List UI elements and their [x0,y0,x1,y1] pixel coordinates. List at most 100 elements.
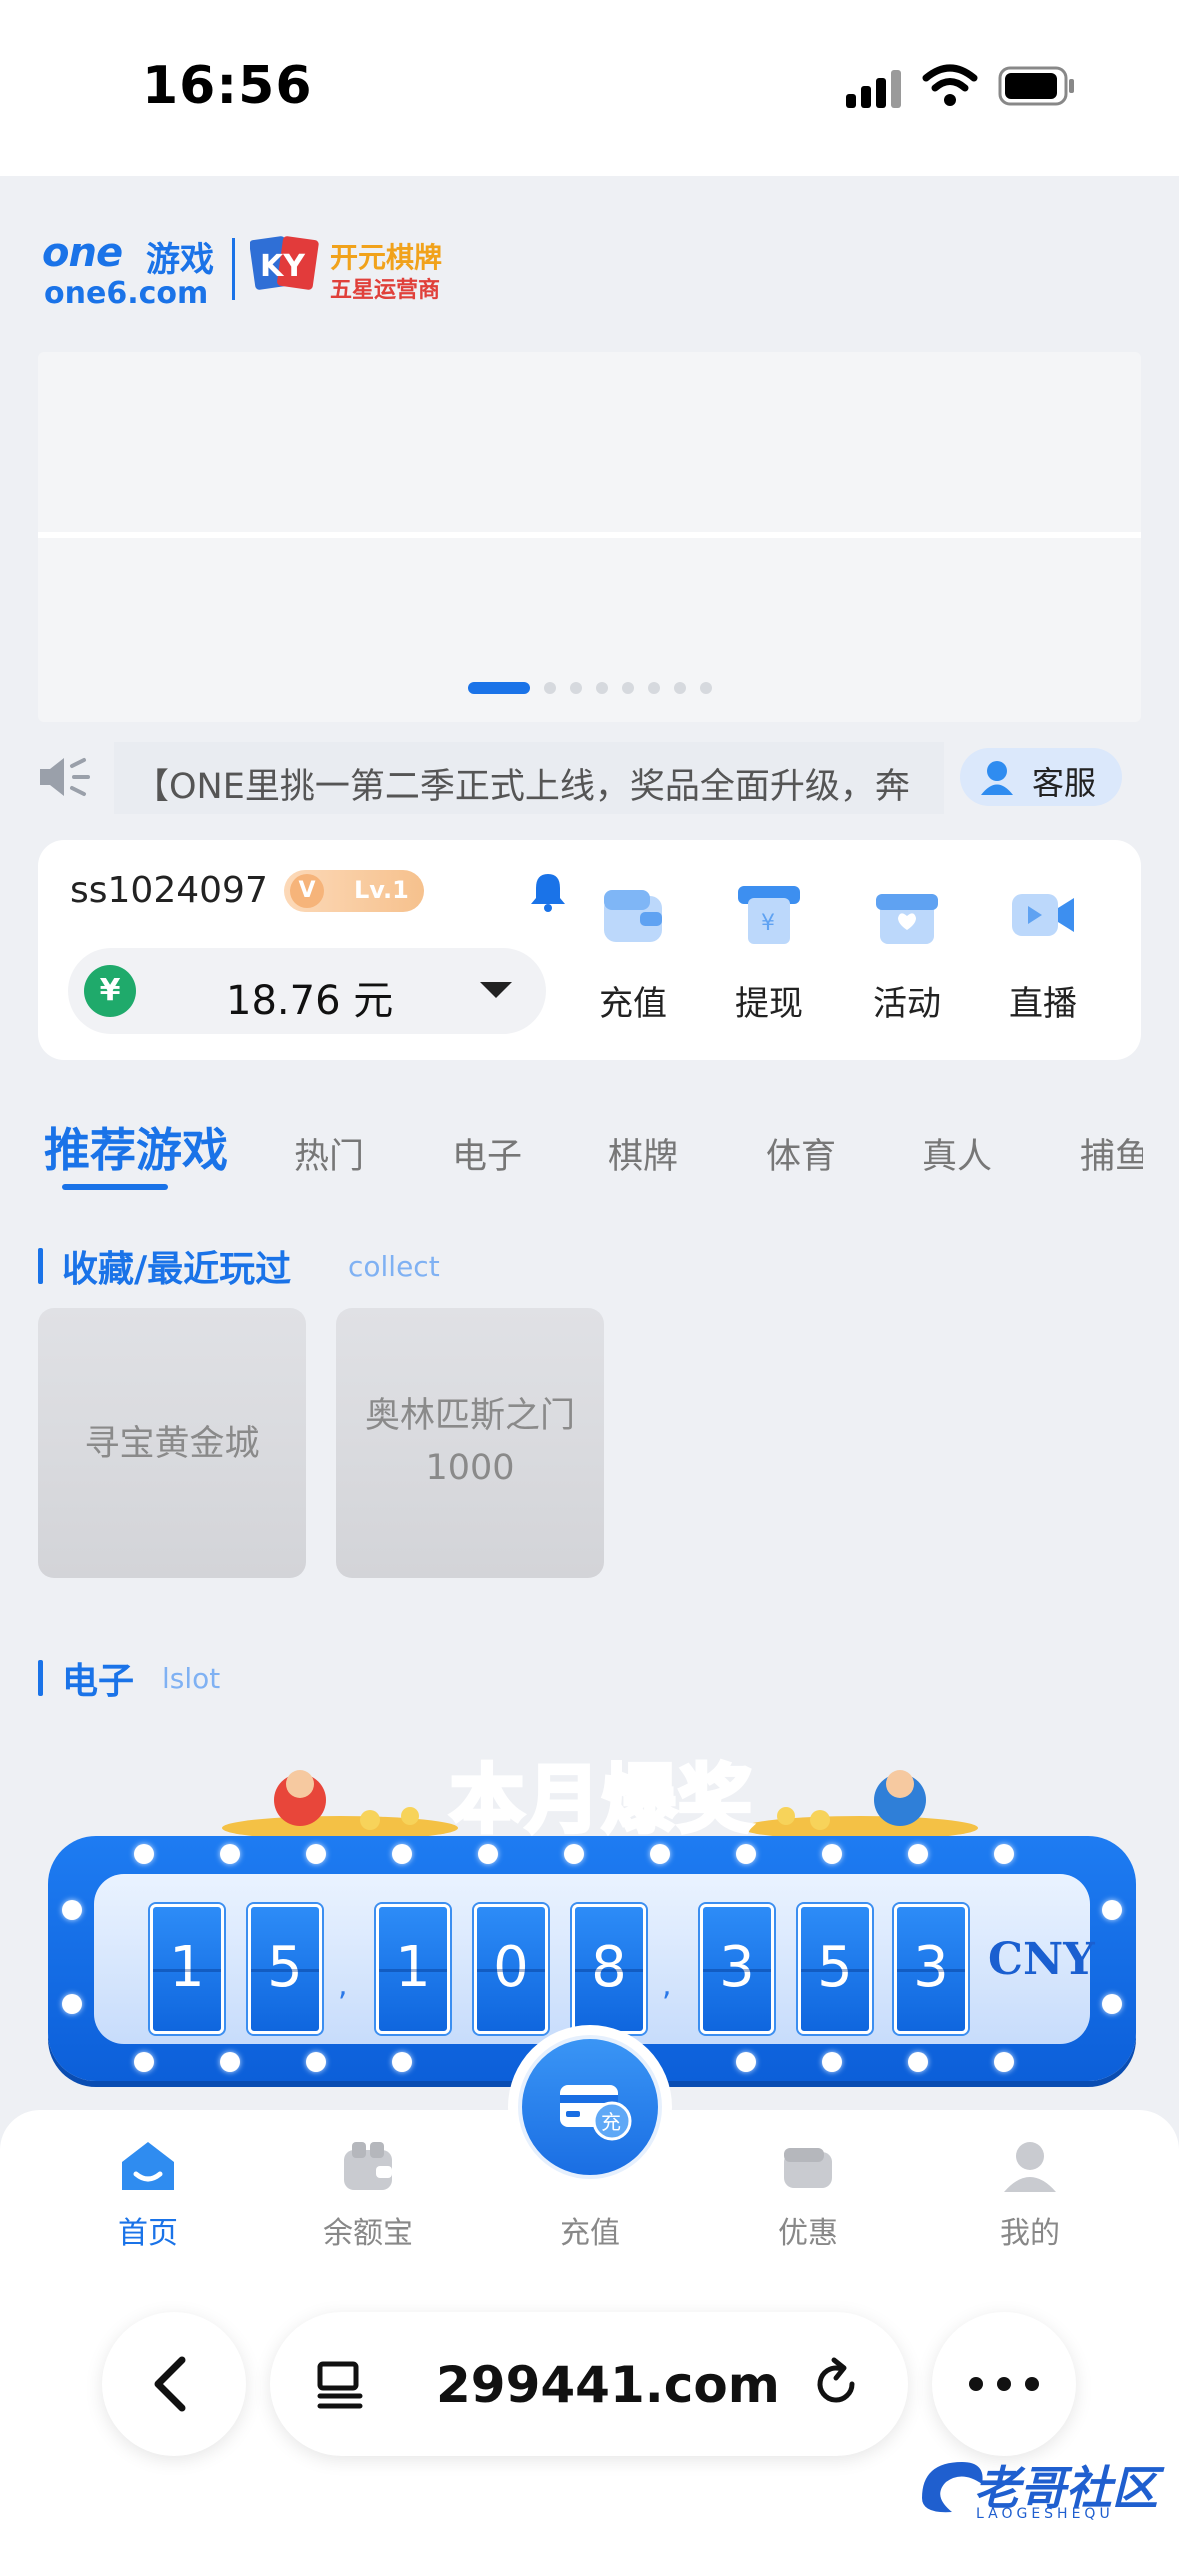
tab-slots[interactable]: 电子 [452,1128,522,1179]
banner-carousel[interactable] [38,352,1141,722]
carousel-dot[interactable] [596,682,608,694]
jackpot-digit: 3 [700,1904,774,2034]
carousel-dots [468,682,712,694]
tab-chess-cards[interactable]: 棋牌 [608,1128,678,1179]
page-menu-icon[interactable] [314,2356,370,2412]
ky-logo-name: 开元棋牌 [330,241,443,274]
carousel-dot[interactable] [544,682,556,694]
section-title: 电子 [62,1661,135,1702]
jackpot-counter: 1 5 , 1 0 8 , 3 5 3 CNY [94,1874,1095,2044]
jackpot-digit: 5 [798,1904,872,2034]
light-bulb [908,2052,928,2072]
tab-active-indicator [62,1184,168,1190]
light-bulb [1102,1900,1122,1920]
withdraw-icon: ¥ [738,886,800,944]
yuan-icon: ¥ [84,965,136,1017]
notice-text: 【ONE里挑一第二季正式上线，奖品全面升级，奔 [134,767,910,807]
nav-home[interactable]: 首页 [68,2124,228,2274]
browser-more-button[interactable] [932,2312,1076,2456]
profile-icon [1004,2142,1056,2192]
address-bar[interactable]: 299441.com [270,2312,908,2456]
light-bulb [822,1844,842,1864]
status-time: 16:56 [142,56,313,116]
vip-badge[interactable]: V Lv.1 [284,870,424,912]
jackpot-digit: 0 [474,1904,548,2034]
light-bulb [306,2052,326,2072]
light-bulb [908,1844,928,1864]
quick-action-label: 活动 [873,984,941,1024]
game-card[interactable]: 寻宝黄金城 [38,1308,306,1578]
favorites-section-header: 收藏/最近玩过 collect [38,1240,538,1290]
light-bulb [62,1994,82,2014]
balance-amount: 18.76 元 [226,978,394,1024]
jackpot-separator: , [662,1968,672,2003]
tab-live-casino[interactable]: 真人 [922,1128,992,1179]
balance-selector[interactable]: ¥ 18.76 元 [68,948,546,1034]
ky-logo-subtitle: 五星运营商 [330,278,441,303]
tab-sports[interactable]: 体育 [766,1128,836,1179]
carousel-dot[interactable] [674,682,686,694]
tab-recommended[interactable]: 推荐游戏 [44,1114,228,1180]
browser-back-button[interactable] [102,2312,246,2456]
svg-text:¥: ¥ [761,911,775,936]
chevron-down-icon [480,982,512,998]
logo-domain: one6.com [44,276,209,311]
tab-fishing[interactable]: 捕鱼 [1080,1128,1143,1179]
light-bulb [736,2052,756,2072]
battery-icon [998,66,1074,106]
nav-profile[interactable]: 我的 [950,2124,1110,2274]
nav-balance-treasure[interactable]: 余额宝 [288,2124,448,2274]
light-bulb [220,1844,240,1864]
light-bulb [994,2052,1014,2072]
light-bulb [62,1900,82,1920]
carousel-dot[interactable] [622,682,634,694]
light-bulb [736,1844,756,1864]
wallet-icon [604,890,662,942]
live-video-icon [1012,894,1074,936]
tab-hot[interactable]: 热门 [294,1128,364,1179]
recharge-fab-button[interactable]: 充 [508,2025,672,2189]
nav-promotions[interactable]: 优惠 [728,2124,888,2274]
reload-icon[interactable] [808,2356,864,2412]
jackpot-digit: 3 [894,1904,968,2034]
game-name: 奥林匹斯之门 1000 [364,1396,575,1488]
vip-icon: V [290,874,324,908]
ky-logo-icon: KY [250,236,319,290]
vip-level: Lv.1 [354,876,409,904]
jackpot-separator: , [338,1968,348,2003]
quick-action-live[interactable]: 直播 [988,880,1098,1040]
light-bulb [306,1844,326,1864]
jackpot-currency: CNY [988,1934,1095,1985]
cellular-signal-icon [846,70,904,108]
customer-service-button[interactable]: 客服 [960,748,1122,806]
light-bulb [564,1844,584,1864]
carousel-dot[interactable] [648,682,660,694]
chevron-left-icon [154,2356,186,2412]
nav-label: 余额宝 [323,2216,413,2251]
url-text: 299441.com [436,2356,780,2414]
game-card[interactable]: 奥林匹斯之门 1000 [336,1308,604,1578]
quick-action-activity[interactable]: 活动 [852,880,962,1040]
carousel-dot[interactable] [570,682,582,694]
gift-icon [876,894,938,944]
carousel-dot[interactable] [700,682,712,694]
quick-action-withdraw[interactable]: ¥ 提现 [714,880,824,1040]
light-bulb [392,1844,412,1864]
light-bulb [220,2052,240,2072]
carousel-dot-active[interactable] [468,682,530,694]
light-bulb [650,1844,670,1864]
app-header: one 游戏 one6.com KY 开元棋牌 五星运营商 [0,176,1179,346]
customer-service-label: 客服 [1032,764,1097,802]
ky-logo-text: KY [260,249,306,284]
user-card: ss1024097 V Lv.1 ¥ 18.76 元 充值 ¥ 提现 活动 直播 [38,840,1141,1060]
one-logo-cn: 游戏 [146,240,214,280]
notice-marquee[interactable]: 【ONE里挑一第二季正式上线，奖品全面升级，奔 [114,742,944,814]
bell-icon[interactable] [528,870,568,912]
light-bulb [478,1844,498,1864]
quick-action-recharge[interactable]: 充值 [578,880,688,1040]
game-name: 寻宝黄金城 [84,1424,260,1464]
light-bulb [1102,1994,1122,2014]
section-bar [38,1660,43,1696]
light-bulb [134,2052,154,2072]
more-dots-icon [969,2377,1039,2391]
